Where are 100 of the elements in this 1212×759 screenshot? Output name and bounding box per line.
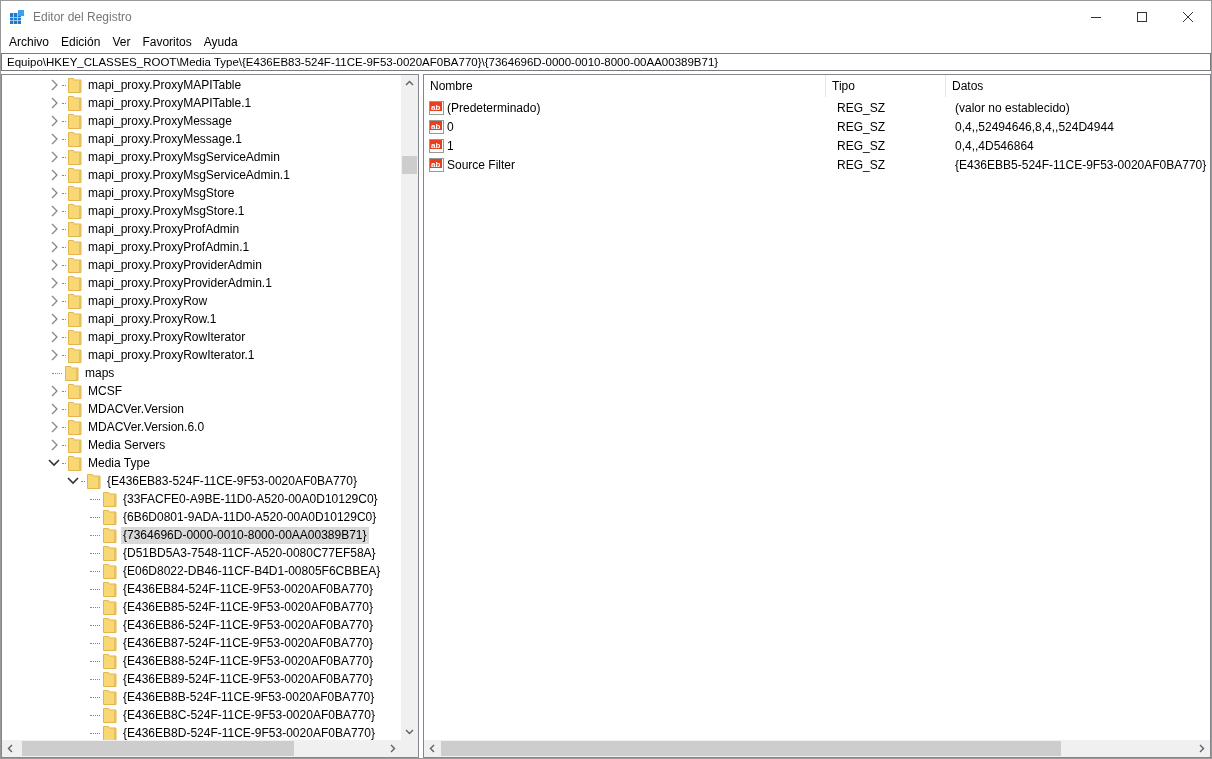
- folder-icon: [68, 383, 82, 399]
- scroll-up-icon[interactable]: [405, 79, 414, 88]
- registry-app-icon: [9, 8, 25, 25]
- folder-icon: [68, 131, 82, 147]
- tree-item[interactable]: {E436EB8B-524F-11CE-9F53-0020AF0BA770}: [121, 688, 377, 706]
- tree-item[interactable]: MDACVer.Version.6.0: [86, 418, 207, 436]
- folder-icon: [103, 509, 117, 525]
- tree-item[interactable]: MCSF: [86, 382, 124, 400]
- tree-item[interactable]: {E436EB8D-524F-11CE-9F53-0020AF0BA770}: [121, 724, 377, 740]
- tree-item[interactable]: MDACVer.Version: [86, 400, 187, 418]
- folder-icon: [68, 275, 82, 291]
- tree-item[interactable]: mapi_proxy.ProxyMsgStore.1: [86, 202, 247, 220]
- value-name: 0: [447, 119, 454, 134]
- value-data: {E436EBB5-524F-11CE-9F53-0020AF0BA770}: [954, 157, 1207, 172]
- folder-icon: [68, 239, 82, 255]
- scroll-right-icon[interactable]: [1197, 744, 1206, 753]
- horizontal-scrollbar[interactable]: [424, 740, 1210, 757]
- tree-item[interactable]: {6B6D0801-9ADA-11D0-A520-00A0D10129C0}: [121, 508, 379, 526]
- menu-item[interactable]: Favoritos: [136, 34, 198, 49]
- tree-item[interactable]: {E436EB84-524F-11CE-9F53-0020AF0BA770}: [121, 580, 375, 598]
- folder-icon: [68, 77, 82, 93]
- scroll-right-icon[interactable]: [388, 744, 397, 753]
- tree-item[interactable]: mapi_proxy.ProxyMAPITable: [86, 76, 244, 94]
- tree-item[interactable]: {E06D8022-DB46-11CF-B4D1-00805F6CBBEA}: [121, 562, 383, 580]
- value-name: Source Filter: [447, 157, 516, 172]
- tree-item[interactable]: {E436EB87-524F-11CE-9F53-0020AF0BA770}: [121, 634, 375, 652]
- menu-item[interactable]: Ayuda: [197, 34, 244, 49]
- value-name: 1: [447, 138, 454, 153]
- tree-item[interactable]: Media Servers: [86, 436, 168, 454]
- folder-icon: [103, 581, 117, 597]
- string-value-icon: ab: [429, 156, 445, 173]
- tree-item[interactable]: mapi_proxy.ProxyRowIterator.1: [86, 346, 257, 364]
- folder-icon: [103, 671, 117, 687]
- tree-item[interactable]: mapi_proxy.ProxyRow.1: [86, 310, 219, 328]
- folder-icon: [68, 203, 82, 219]
- tree-item[interactable]: mapi_proxy.ProxyRow: [86, 292, 210, 310]
- folder-icon: [68, 455, 82, 471]
- tree-item[interactable]: mapi_proxy.ProxyProviderAdmin.1: [86, 274, 274, 292]
- folder-icon: [68, 185, 82, 201]
- column-header[interactable]: Tipo: [826, 75, 946, 97]
- tree-item[interactable]: mapi_proxy.ProxyMsgServiceAdmin.1: [86, 166, 292, 184]
- scrollbar-thumb[interactable]: [402, 156, 417, 174]
- value-type: REG_SZ: [836, 119, 886, 134]
- value-type: REG_SZ: [836, 138, 886, 153]
- tree-item[interactable]: {E436EB86-524F-11CE-9F53-0020AF0BA770}: [121, 616, 375, 634]
- value-data: (valor no establecido): [954, 100, 1070, 115]
- folder-icon: [68, 293, 82, 309]
- folder-icon: [103, 635, 117, 651]
- tree-item[interactable]: mapi_proxy.ProxyRowIterator: [86, 328, 248, 346]
- tree-item[interactable]: {E436EB83-524F-11CE-9F53-0020AF0BA770}: [105, 472, 359, 490]
- vertical-scrollbar[interactable]: [401, 75, 418, 740]
- folder-icon: [68, 419, 82, 435]
- tree-item[interactable]: maps: [83, 364, 117, 382]
- scroll-left-icon[interactable]: [428, 744, 437, 753]
- folder-icon: [68, 167, 82, 183]
- value-type: REG_SZ: [836, 100, 886, 115]
- folder-icon: [103, 653, 117, 669]
- folder-icon: [103, 707, 117, 723]
- folder-icon: [103, 599, 117, 615]
- tree-item[interactable]: {E436EB85-524F-11CE-9F53-0020AF0BA770}: [121, 598, 375, 616]
- tree-item[interactable]: {E436EB88-524F-11CE-9F53-0020AF0BA770}: [121, 652, 375, 670]
- tree-item[interactable]: {D51BD5A3-7548-11CF-A520-0080C77EF58A}: [121, 544, 378, 562]
- menu-item[interactable]: Edición: [55, 34, 107, 49]
- tree-item[interactable]: Media Type: [86, 454, 152, 472]
- folder-icon: [103, 491, 117, 507]
- folder-icon: [68, 401, 82, 417]
- value-data: 0,4,,4D546864: [954, 138, 1034, 153]
- folder-icon: [68, 113, 82, 129]
- string-value-icon: ab: [429, 118, 445, 135]
- tree-item[interactable]: mapi_proxy.ProxyMAPITable.1: [86, 94, 254, 112]
- value-data: 0,4,,52494646,8,4,,524D4944: [954, 119, 1114, 134]
- address-bar[interactable]: Equipo\HKEY_CLASSES_ROOT\Media Type\{E436EB83-524F-11CE-9F53-0020AF0BA770}\{7364696D-0000-0010-8000-00AA00389B71}: [1, 53, 1211, 71]
- scroll-down-icon[interactable]: [405, 727, 414, 736]
- horizontal-scrollbar[interactable]: [2, 740, 418, 757]
- tree-item[interactable]: {E436EB89-524F-11CE-9F53-0020AF0BA770}: [121, 670, 375, 688]
- tree-item[interactable]: {E436EB8C-524F-11CE-9F53-0020AF0BA770}: [121, 706, 377, 724]
- folder-icon: [68, 95, 82, 111]
- tree-item[interactable]: mapi_proxy.ProxyMessage.1: [86, 130, 244, 148]
- folder-icon: [103, 527, 117, 543]
- tree-item[interactable]: mapi_proxy.ProxyProfAdmin.1: [86, 238, 252, 256]
- column-header[interactable]: Datos: [946, 75, 1210, 97]
- tree-item[interactable]: mapi_proxy.ProxyMsgServiceAdmin: [86, 148, 282, 166]
- tree-item[interactable]: mapi_proxy.ProxyProviderAdmin: [86, 256, 264, 274]
- folder-icon: [68, 257, 82, 273]
- tree-item[interactable]: mapi_proxy.ProxyMessage: [86, 112, 234, 130]
- folder-icon: [103, 563, 117, 579]
- folder-icon: [103, 689, 117, 705]
- value-name: (Predeterminado): [447, 100, 541, 115]
- close-icon: [1183, 11, 1193, 22]
- tree-item[interactable]: mapi_proxy.ProxyMsgStore: [86, 184, 237, 202]
- tree-item[interactable]: mapi_proxy.ProxyProfAdmin: [86, 220, 242, 238]
- menu-item[interactable]: Ver: [106, 34, 137, 49]
- scroll-left-icon[interactable]: [6, 744, 15, 753]
- tree-item[interactable]: {7364696D-0000-0010-8000-00AA00389B71}: [121, 526, 369, 544]
- column-header[interactable]: Nombre: [424, 75, 826, 97]
- folder-icon: [68, 437, 82, 453]
- folder-icon: [65, 365, 79, 381]
- menu-item[interactable]: Archivo: [3, 34, 55, 49]
- folder-icon: [103, 725, 117, 740]
- tree-item[interactable]: {33FACFE0-A9BE-11D0-A520-00A0D10129C0}: [121, 490, 380, 508]
